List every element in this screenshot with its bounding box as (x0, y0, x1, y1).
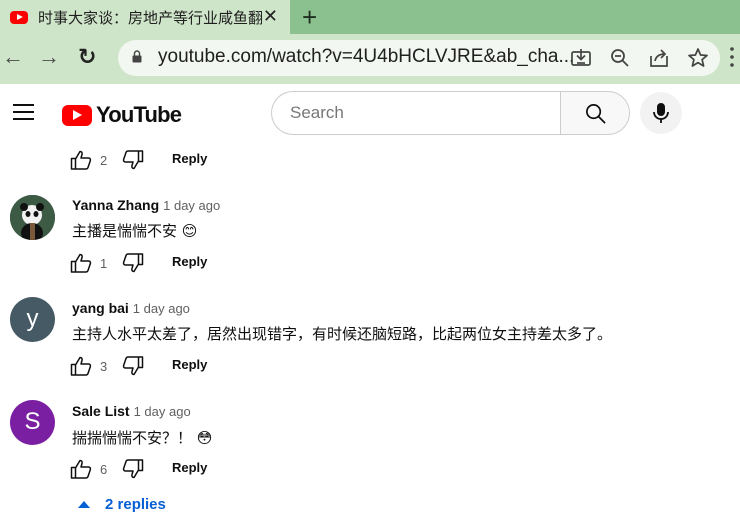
dislike-icon[interactable] (122, 459, 144, 479)
search-input[interactable]: Search (271, 91, 561, 135)
like-count: 1 (100, 255, 108, 271)
reply-button[interactable]: Reply (172, 254, 207, 269)
search-button[interactable] (560, 91, 630, 135)
author-name[interactable]: yang bai (72, 300, 129, 316)
like-icon[interactable] (70, 356, 92, 376)
search-icon (586, 104, 606, 124)
view-replies-button[interactable]: 2 replies (78, 496, 166, 513)
youtube-logo[interactable]: YouTube (62, 102, 182, 128)
author-name[interactable]: Sale List (72, 403, 130, 419)
youtube-favicon-icon (10, 10, 28, 24)
zoom-icon[interactable] (608, 46, 632, 70)
like-count: 2 (100, 152, 108, 168)
comment-time[interactable]: 1 day ago (134, 404, 191, 419)
tab-title: 时事大家谈：房地产等行业咸鱼翻 (38, 8, 264, 27)
youtube-play-icon (62, 104, 92, 126)
youtube-logo-text: YouTube (96, 102, 182, 127)
comments-section: 2 Reply Yanna Zhang 1 day ago 主播是惴惴不安 😊 1… (0, 142, 740, 516)
avatar[interactable]: S (10, 400, 55, 445)
comment-text: 主播是惴惴不安 😊 (72, 222, 198, 240)
back-button[interactable]: ← (2, 44, 24, 70)
share-icon[interactable] (647, 46, 671, 70)
panda-avatar-icon (10, 195, 55, 240)
comment-actions: 3 Reply (70, 354, 207, 378)
comment-author[interactable]: Sale List 1 day ago (72, 403, 191, 419)
dislike-icon[interactable] (122, 253, 144, 273)
comment-author[interactable]: yang bai 1 day ago (72, 300, 190, 316)
comment-actions: 6 Reply (70, 457, 207, 481)
youtube-header: YouTube Search (0, 84, 740, 142)
reload-button[interactable]: ↻ (78, 44, 96, 70)
comment-text: 主持人水平太差了，居然出现错字，有时候还脑短路，比起两位女主持差太多了。 (72, 325, 613, 343)
address-bar[interactable]: youtube.com/watch?v=4U4bHCLVJRE&ab_cha..… (118, 40, 720, 76)
new-tab-button[interactable]: + (302, 2, 317, 33)
comment-time[interactable]: 1 day ago (163, 198, 220, 213)
browser-toolbar: ← → ↻ youtube.com/watch?v=4U4bHCLVJRE&ab… (0, 34, 740, 84)
dislike-icon[interactable] (122, 150, 144, 170)
author-name[interactable]: Yanna Zhang (72, 197, 159, 213)
lock-icon[interactable] (132, 50, 142, 63)
replies-label[interactable]: 2 replies (105, 496, 166, 513)
tab-close-icon[interactable]: ✕ (263, 6, 278, 27)
install-app-icon[interactable] (569, 46, 593, 70)
browser-menu-icon[interactable] (730, 46, 734, 68)
menu-icon[interactable] (13, 104, 34, 120)
like-icon[interactable] (70, 253, 92, 273)
avatar[interactable]: y (10, 297, 55, 342)
like-icon[interactable] (70, 150, 92, 170)
comment-text: 揣揣惴惴不安？！ 😳 (72, 429, 213, 447)
comment-actions: 2 Reply (70, 148, 207, 172)
avatar[interactable] (10, 195, 55, 240)
forward-button[interactable]: → (38, 44, 60, 70)
comment-actions: 1 Reply (70, 251, 207, 275)
browser-tab[interactable]: 时事大家谈：房地产等行业咸鱼翻 ✕ (0, 0, 290, 34)
tab-strip: 时事大家谈：房地产等行业咸鱼翻 ✕ + (0, 0, 740, 34)
dislike-icon[interactable] (122, 356, 144, 376)
like-icon[interactable] (70, 459, 92, 479)
reply-button[interactable]: Reply (172, 460, 207, 475)
like-count: 3 (100, 358, 108, 374)
reply-button[interactable]: Reply (172, 357, 207, 372)
reply-button[interactable]: Reply (172, 151, 207, 166)
voice-search-button[interactable] (640, 92, 682, 134)
bookmark-star-icon[interactable] (686, 46, 710, 70)
like-count: 6 (100, 461, 108, 477)
url-text[interactable]: youtube.com/watch?v=4U4bHCLVJRE&ab_cha..… (158, 46, 574, 68)
caret-up-icon (78, 501, 90, 508)
comment-time[interactable]: 1 day ago (133, 301, 190, 316)
comment-author[interactable]: Yanna Zhang 1 day ago (72, 197, 220, 213)
microphone-icon (653, 103, 669, 123)
